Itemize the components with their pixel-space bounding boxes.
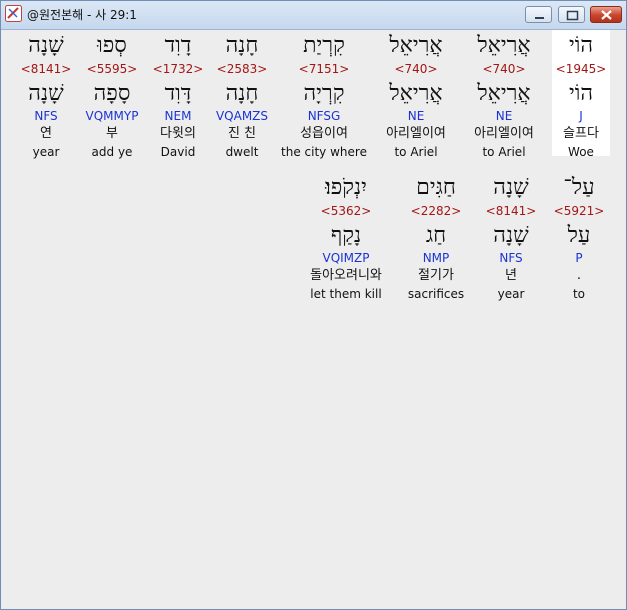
korean-gloss: 다윗의 xyxy=(160,126,196,141)
hebrew-lemma: דָּוִד xyxy=(164,81,192,106)
korean-gloss: . xyxy=(576,268,582,283)
english-gloss: to xyxy=(572,287,586,301)
hebrew-word: שָׁנָה xyxy=(28,33,64,58)
strong-number[interactable]: <8141> xyxy=(18,62,74,76)
minimize-button[interactable] xyxy=(525,6,552,23)
hebrew-lemma: חַג xyxy=(425,223,447,248)
word-cell[interactable]: חַגִּים <2282> חַג NMP 절기가 sacrifices xyxy=(402,172,470,302)
strong-number[interactable]: <1732> xyxy=(150,62,206,76)
close-icon xyxy=(601,10,612,20)
hebrew-word: חָנָה xyxy=(225,33,259,58)
maximize-button[interactable] xyxy=(558,6,585,23)
maximize-icon xyxy=(566,10,579,21)
word-cell[interactable]: שָׁנָה <8141> שָׁנָה NFS 년 year xyxy=(482,172,540,302)
hebrew-word: חַגִּים xyxy=(416,175,456,200)
minimize-icon xyxy=(535,17,544,19)
english-gloss: year xyxy=(32,145,60,159)
strong-number[interactable]: <740> xyxy=(466,62,542,76)
title-bar[interactable]: @원전본해 - 사 29:1 xyxy=(1,1,626,30)
korean-gloss: 절기가 xyxy=(418,268,454,283)
english-gloss: let them kill xyxy=(310,287,382,301)
strong-number[interactable]: <740> xyxy=(376,62,456,76)
hebrew-lemma: שָׁנָה xyxy=(28,81,64,106)
morphology-code: VQMMYP xyxy=(85,109,139,123)
hebrew-lemma: קִרְיָה xyxy=(303,81,345,106)
word-cell[interactable]: יִנְקֹפוּ׃ <5362> נָקַף VQIMZP 돌아오려니와 le… xyxy=(300,172,392,302)
korean-gloss: 성읍이여 xyxy=(300,126,348,141)
strong-number[interactable]: <8141> xyxy=(482,204,540,218)
morphology-code: NE xyxy=(407,109,425,123)
hebrew-word: עַל־ xyxy=(563,175,595,200)
strong-number[interactable]: <7151> xyxy=(280,62,368,76)
english-gloss: to Ariel xyxy=(482,145,526,159)
morphology-code: NFSG xyxy=(307,109,341,123)
morphology-code: NMP xyxy=(422,251,450,265)
strong-number[interactable]: <5595> xyxy=(80,62,144,76)
morphology-code: VQIMZP xyxy=(322,251,370,265)
morphology-code: J xyxy=(579,109,583,123)
hebrew-lemma: סָפָה xyxy=(93,81,131,106)
english-gloss: the city where xyxy=(281,145,367,159)
hebrew-word: סְפוּ xyxy=(97,33,127,58)
hebrew-lemma: חָנָה xyxy=(225,81,259,106)
app-window: @원전본해 - 사 29:1 הוֹי <1945> הוֹי J 슬프다 Wo… xyxy=(0,0,627,610)
hebrew-lemma: שָׁנָה xyxy=(493,223,529,248)
strong-number[interactable]: <5921> xyxy=(550,204,608,218)
korean-gloss: 연 xyxy=(40,126,52,141)
morphology-code: NFS xyxy=(34,109,58,123)
app-logo-icon xyxy=(5,5,22,22)
english-gloss: Woe xyxy=(568,145,594,159)
morphology-code: NE xyxy=(495,109,513,123)
english-gloss: year xyxy=(497,287,525,301)
word-cell[interactable]: קִרְיַת <7151> קִרְיָה NFSG 성읍이여 the cit… xyxy=(280,30,368,160)
word-cell[interactable]: דָוִד <1732> דָּוִד NEM 다윗의 David xyxy=(150,30,206,160)
hebrew-word: אֲרִיאֵל xyxy=(389,33,443,58)
strong-number[interactable]: <2282> xyxy=(402,204,470,218)
strong-number[interactable]: <5362> xyxy=(300,204,392,218)
hebrew-lemma: עַל xyxy=(567,223,591,248)
hebrew-word: קִרְיַת xyxy=(303,33,345,58)
korean-gloss: 슬프다 xyxy=(563,126,599,141)
hebrew-word: יִנְקֹפוּ׃ xyxy=(325,175,367,200)
hebrew-lemma: אֲרִיאֵל xyxy=(389,81,443,106)
korean-gloss: 진 친 xyxy=(227,126,257,141)
word-cell[interactable]: אֲרִיאֵל <740> אֲרִיאֵל NE 아리엘이여 to Arie… xyxy=(466,30,542,160)
hebrew-word: הוֹי xyxy=(568,33,594,58)
morphology-code: VQAMZS xyxy=(215,109,269,123)
morphology-code: NEM xyxy=(164,109,192,123)
hebrew-lemma: אֲרִיאֵל xyxy=(477,81,531,106)
hebrew-word: דָוִד xyxy=(164,33,192,58)
word-cell[interactable]: חָנָה <2583> חָנָה VQAMZS 진 친 dwelt xyxy=(212,30,272,160)
window-title: @원전본해 - 사 29:1 xyxy=(27,8,137,22)
korean-gloss: 아리엘이여 xyxy=(474,126,534,141)
english-gloss: David xyxy=(160,145,196,159)
word-cell[interactable]: סְפוּ <5595> סָפָה VQMMYP 부 add ye xyxy=(80,30,144,160)
hebrew-lemma: נָקַף xyxy=(330,223,362,248)
korean-gloss: 아리엘이여 xyxy=(386,126,446,141)
hebrew-word: שָׁנָה xyxy=(493,175,529,200)
morphology-code: P xyxy=(575,251,583,265)
word-cell[interactable]: אֲרִיאֵל <740> אֲרִיאֵל NE 아리엘이여 to Arie… xyxy=(376,30,456,160)
word-cell[interactable]: שָׁנָה <8141> שָׁנָה NFS 연 year xyxy=(18,30,74,160)
close-button[interactable] xyxy=(590,6,622,23)
english-gloss: sacrifices xyxy=(407,287,465,301)
morphology-code: NFS xyxy=(499,251,523,265)
korean-gloss: 부 xyxy=(106,126,118,141)
english-gloss: dwelt xyxy=(225,145,259,159)
hebrew-lemma: הוֹי xyxy=(568,81,594,106)
english-gloss: to Ariel xyxy=(394,145,438,159)
korean-gloss: 년 xyxy=(505,268,517,283)
interlinear-panel[interactable]: הוֹי <1945> הוֹי J 슬프다 Woe אֲרִיאֵל <740… xyxy=(2,30,625,608)
english-gloss: add ye xyxy=(91,145,133,159)
korean-gloss: 돌아오려니와 xyxy=(310,268,382,283)
word-cell[interactable]: הוֹי <1945> הוֹי J 슬프다 Woe xyxy=(552,30,610,159)
word-cell[interactable]: עַל־ <5921> עַל P . to xyxy=(550,172,608,302)
strong-number[interactable]: <1945> xyxy=(552,62,610,76)
hebrew-word: אֲרִיאֵל xyxy=(477,33,531,58)
strong-number[interactable]: <2583> xyxy=(212,62,272,76)
